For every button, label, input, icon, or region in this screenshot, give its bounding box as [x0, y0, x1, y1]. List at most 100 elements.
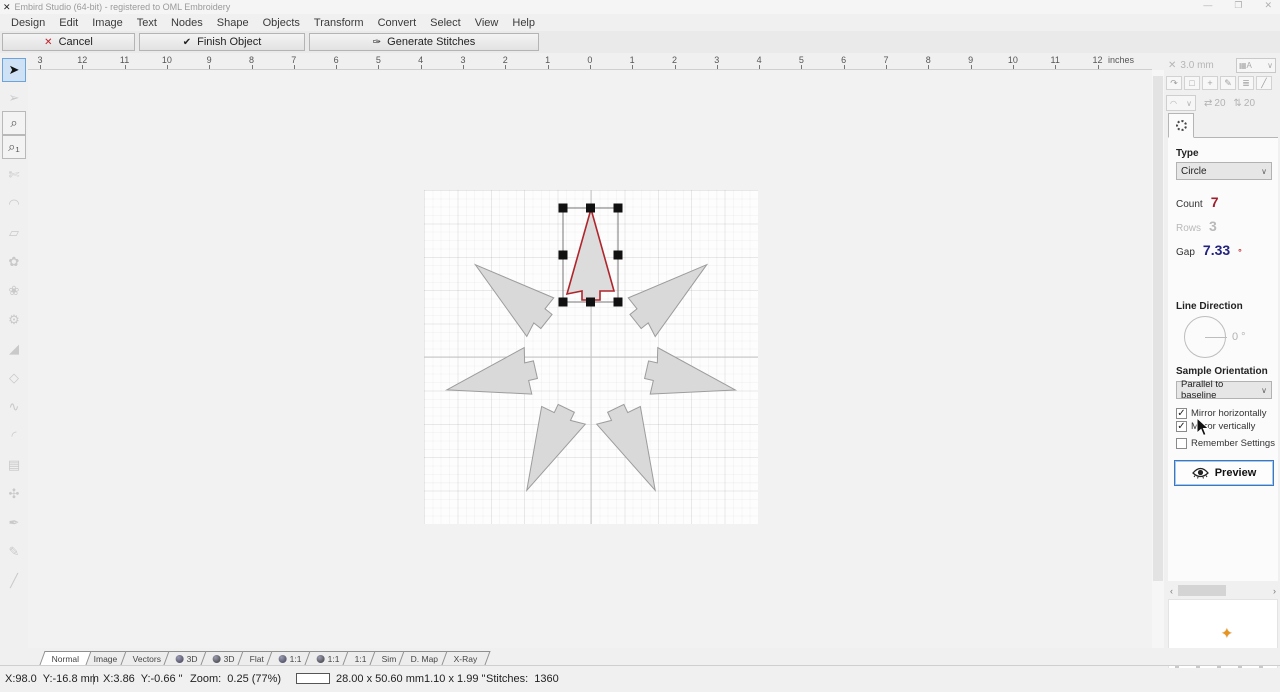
menu-objects[interactable]: Objects: [256, 16, 307, 30]
selection-handle[interactable]: [614, 251, 623, 260]
arrow-shape[interactable]: [441, 346, 540, 412]
menu-edit[interactable]: Edit: [52, 16, 85, 30]
menu-shape[interactable]: Shape: [210, 16, 256, 30]
selection-handle[interactable]: [559, 298, 568, 307]
knife-tool[interactable]: ◢: [2, 337, 26, 361]
menu-help[interactable]: Help: [505, 16, 542, 30]
pencil-tool[interactable]: ✎: [2, 540, 26, 564]
zoom-level[interactable]: Zoom: 0.25 (77%): [190, 673, 281, 685]
arrow-shape[interactable]: [594, 398, 676, 500]
h-spacing-icon: ⇄: [1204, 98, 1212, 109]
design-canvas[interactable]: [28, 70, 1152, 648]
menu-text[interactable]: Text: [130, 16, 164, 30]
ruler-tick: [971, 65, 972, 69]
view-tab-label: 1:1: [290, 654, 302, 664]
selection-handle[interactable]: [559, 204, 568, 213]
freehand-tool[interactable]: ✄: [2, 163, 26, 187]
flower-tool[interactable]: ✿: [2, 250, 26, 274]
sample-orientation-dropdown[interactable]: Parallel to baseline ∨: [1176, 381, 1272, 399]
close-icon[interactable]: ✕: [1264, 0, 1272, 11]
sphere-3d-icon: [213, 655, 221, 663]
finish-object-button[interactable]: ✔ Finish Object: [139, 33, 305, 51]
selection-handle[interactable]: [586, 204, 595, 213]
gap-row[interactable]: Gap 7.33 °: [1176, 242, 1242, 258]
scroll-left-icon[interactable]: ‹: [1170, 586, 1173, 596]
horizontal-spacing-field[interactable]: ⇄ 20: [1204, 98, 1226, 109]
view-tab-xray[interactable]: X-Ray: [441, 651, 490, 665]
arrow-shape[interactable]: [621, 247, 721, 340]
zoom-tool[interactable]: ⌕: [2, 111, 26, 135]
sample-orientation-value: Parallel to baseline: [1181, 379, 1261, 401]
type-dropdown[interactable]: Circle ∨: [1176, 162, 1272, 180]
view-tab-label: 1:1: [355, 654, 367, 664]
menu-view[interactable]: View: [468, 16, 506, 30]
selection-handle[interactable]: [614, 204, 623, 213]
objects-horizontal-scrollbar[interactable]: ‹ ›: [1168, 583, 1278, 598]
polygon-tool[interactable]: ▱: [2, 221, 26, 245]
pen-icon[interactable]: ✎: [1220, 76, 1236, 90]
view-tab-normal[interactable]: Normal: [39, 651, 92, 665]
cross-stitch-tool[interactable]: ✣: [2, 482, 26, 506]
layers-icon[interactable]: ≣: [1238, 76, 1254, 90]
slash-icon[interactable]: ╱: [1256, 76, 1272, 90]
selection-handle[interactable]: [614, 298, 623, 307]
scroll-thumb[interactable]: [1178, 585, 1226, 596]
maximize-icon[interactable]: ❐: [1234, 0, 1242, 11]
arrow-shape[interactable]: [641, 346, 740, 412]
machine-tool[interactable]: ▤: [2, 453, 26, 477]
color-swatch[interactable]: [296, 673, 330, 684]
unchecked-checkbox-icon[interactable]: [1176, 438, 1187, 449]
chevron-down-icon: ∨: [1261, 386, 1267, 395]
checkbox-mirror-vertically[interactable]: ✓Mirror vertically: [1176, 421, 1255, 432]
grid-a-dropdown[interactable]: ▦A ∨: [1236, 58, 1276, 73]
curve-tool[interactable]: ◠: [2, 192, 26, 216]
preview-button[interactable]: Preview: [1174, 460, 1274, 486]
minimize-icon[interactable]: —: [1203, 0, 1212, 11]
generate-stitches-button[interactable]: ✑ Generate Stitches: [309, 33, 539, 51]
ruler-label: 3: [37, 55, 42, 65]
zoom-1-tool[interactable]: ⌕₁: [2, 135, 26, 159]
count-row[interactable]: Count 7: [1176, 194, 1218, 210]
arrow-shape[interactable]: [460, 247, 560, 340]
menu-transform[interactable]: Transform: [307, 16, 371, 30]
selection-handle[interactable]: [559, 251, 568, 260]
checked-checkbox-icon[interactable]: ✓: [1176, 408, 1187, 419]
selection-handle[interactable]: [586, 298, 595, 307]
vertical-spacing-field[interactable]: ⇅ 20: [1234, 98, 1256, 109]
eye-icon: [1192, 467, 1209, 479]
ruler-tick: [675, 65, 676, 69]
menu-nodes[interactable]: Nodes: [164, 16, 210, 30]
line-tool[interactable]: ╱: [2, 569, 26, 593]
view-tab-label: Flat: [250, 654, 264, 664]
menu-image[interactable]: Image: [85, 16, 130, 30]
canvas-vertical-scrollbar[interactable]: [1152, 70, 1164, 648]
menu-design[interactable]: Design: [4, 16, 52, 30]
square-icon[interactable]: □: [1184, 76, 1200, 90]
scroll-right-icon[interactable]: ›: [1273, 586, 1276, 596]
tab-circle-layout[interactable]: [1168, 113, 1194, 138]
menu-select[interactable]: Select: [423, 16, 468, 30]
design-size-mm: 28.00 x 50.60 mm: [336, 673, 424, 685]
cancel-button[interactable]: ✕ Cancel: [2, 33, 135, 51]
zigzag-tool[interactable]: ∿: [2, 395, 26, 419]
pattern-tool[interactable]: ❀: [2, 279, 26, 303]
gear-tool[interactable]: ⚙: [2, 308, 26, 332]
needle-tool[interactable]: ✒: [2, 511, 26, 535]
arc-tool[interactable]: ◜: [2, 424, 26, 448]
selected-arrow-shape[interactable]: [567, 209, 614, 300]
mouse-cursor-icon: [1196, 417, 1212, 439]
rows-label: Rows: [1176, 223, 1201, 234]
arc-style-dropdown[interactable]: ◠ ∨: [1166, 95, 1196, 111]
ruler-label: 11: [120, 55, 129, 65]
shape-tool[interactable]: ◇: [2, 366, 26, 390]
arrow-shape[interactable]: [506, 398, 588, 500]
checkbox-mirror-horizontally[interactable]: ✓Mirror horizontally: [1176, 408, 1267, 419]
select-tool[interactable]: ➤: [2, 58, 26, 82]
checked-checkbox-icon[interactable]: ✓: [1176, 421, 1187, 432]
rotate-icon[interactable]: ↷: [1166, 76, 1182, 90]
menu-convert[interactable]: Convert: [371, 16, 424, 30]
checkbox-remember-settings[interactable]: Remember Settings: [1176, 438, 1275, 449]
plus-icon[interactable]: +: [1202, 76, 1218, 90]
stitch-count: Stitches: 1360: [486, 673, 559, 685]
node-edit-tool[interactable]: ➢: [2, 86, 26, 110]
